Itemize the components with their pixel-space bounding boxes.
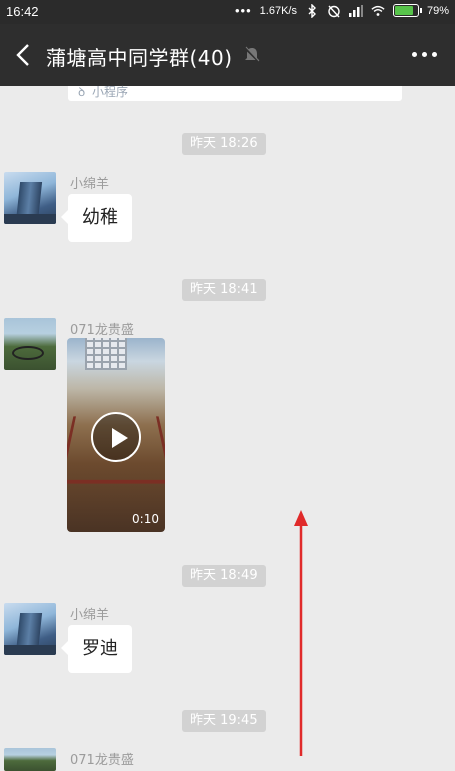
mini-program-card[interactable]: ꝺ 小程序 (68, 85, 402, 101)
bell-off-icon (244, 46, 260, 68)
sender-name: 071龙贵盛 (70, 753, 134, 768)
bluetooth-icon (305, 3, 319, 18)
status-bar: 16:42 ••• 1.67K/s 79% (0, 0, 455, 24)
more-dot (412, 52, 417, 57)
sender-name: 071龙贵盛 (70, 323, 134, 338)
time-divider: 昨天 18:26 (182, 133, 266, 155)
back-button[interactable] (8, 38, 38, 72)
wifi-icon (371, 4, 385, 18)
play-icon[interactable] (91, 412, 141, 462)
more-dot (432, 52, 437, 57)
more-dot (422, 52, 427, 57)
avatar[interactable] (4, 603, 56, 655)
battery-percent: 79% (426, 4, 449, 17)
mini-program-label: 小程序 (92, 85, 129, 99)
message-bubble[interactable]: 罗迪 (61, 625, 132, 673)
status-icons: ••• 1.67K/s 79% (235, 3, 449, 18)
alarm-off-icon (327, 4, 341, 18)
avatar[interactable] (4, 318, 56, 370)
battery-icon (392, 4, 422, 17)
video-duration: 0:10 (132, 512, 159, 526)
time-divider: 昨天 18:49 (182, 565, 266, 587)
status-time: 16:42 (6, 4, 39, 19)
notification-dots-icon: ••• (235, 3, 252, 18)
sender-name: 小绵羊 (70, 608, 110, 623)
more-button[interactable] (412, 52, 437, 57)
time-divider: 昨天 18:41 (182, 279, 266, 301)
signal-icon (348, 4, 363, 18)
video-message[interactable]: 0:10 (67, 338, 165, 532)
video-thumbnail-building (85, 338, 127, 370)
chat-header: 蒲塘高中同学群(40) (0, 24, 455, 86)
chat-title: 蒲塘高中同学群(40) (46, 46, 233, 70)
message-bubble[interactable]: 幼稚 (61, 194, 132, 242)
chevron-left-icon (16, 44, 29, 66)
time-divider: 昨天 19:45 (182, 710, 266, 732)
sender-name: 小绵羊 (70, 177, 110, 192)
mini-program-icon: ꝺ (78, 85, 86, 99)
avatar[interactable] (4, 172, 56, 224)
network-speed: 1.67K/s (259, 4, 297, 17)
scroll-up-arrow-annotation (294, 510, 308, 756)
avatar[interactable] (4, 748, 56, 771)
